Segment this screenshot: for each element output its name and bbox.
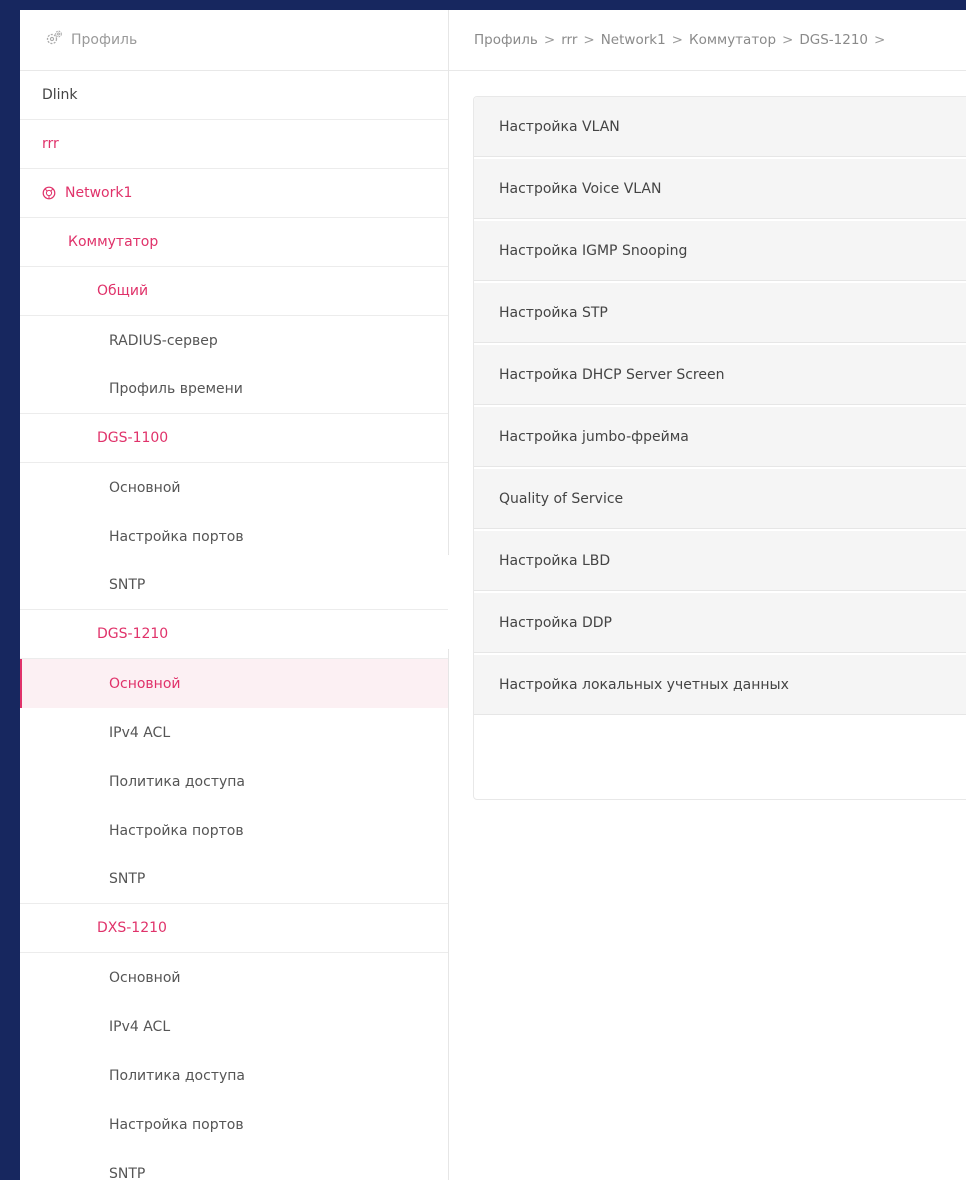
tree-item-dgs-1100-basic[interactable]: Основной	[20, 463, 448, 512]
sidebar-header[interactable]: Профиль	[20, 10, 448, 71]
tree-item-dlink[interactable]: Dlink	[20, 71, 448, 120]
tree-item-label: Профиль времени	[109, 381, 243, 397]
tree-item-label: Dlink	[42, 87, 78, 103]
breadcrumb-item[interactable]: DGS-1210	[799, 32, 868, 48]
tree-item-dgs-1210-ports[interactable]: Настройка портов	[20, 806, 448, 855]
setting-dhcp-server-screen[interactable]: Настройка DHCP Server Screen	[474, 345, 966, 405]
network-globe-icon	[42, 186, 56, 200]
tree-item-general[interactable]: Общий	[20, 267, 448, 316]
tree-item-label: DGS-1100	[97, 430, 169, 446]
tree-item-dgs-1210[interactable]: DGS-1210	[20, 610, 448, 659]
tree-item-time-profile[interactable]: Профиль времени	[20, 365, 448, 414]
sidebar-header-label: Профиль	[71, 32, 138, 48]
tree-item-label: DGS-1210	[97, 626, 169, 642]
tree-item-dxs-1210-sntp[interactable]: SNTP	[20, 1149, 448, 1180]
setting-label: Настройка LBD	[499, 552, 611, 569]
tree-item-label: Основной	[109, 479, 181, 496]
setting-lbd[interactable]: Настройка LBD	[474, 531, 966, 591]
breadcrumb-item[interactable]: rrr	[561, 32, 577, 48]
setting-label: Настройка DHCP Server Screen	[499, 366, 725, 383]
app-window: Профиль Dlink rrr Network1 Коммутатор Об…	[20, 10, 966, 1180]
tree-item-label: Настройка портов	[109, 1116, 244, 1133]
breadcrumb-item[interactable]: Профиль	[474, 32, 538, 48]
tree-item-label: IPv4 ACL	[109, 724, 171, 741]
tree-item-label: Основной	[109, 969, 181, 986]
tree-item-label: SNTP	[109, 871, 146, 887]
tree-item-label: IPv4 ACL	[109, 1018, 171, 1035]
setting-label: Настройка STP	[499, 304, 608, 321]
tree-item-label: Настройка портов	[109, 822, 244, 839]
tree-item-label: Коммутатор	[68, 234, 159, 250]
tree-item-label: RADIUS-сервер	[109, 332, 218, 349]
breadcrumb-item[interactable]: Network1	[601, 32, 666, 48]
tree-item-radius-server[interactable]: RADIUS-сервер	[20, 316, 448, 365]
tree-item-switch[interactable]: Коммутатор	[20, 218, 448, 267]
breadcrumb-separator: >	[874, 32, 886, 48]
setting-label: Настройка DDP	[499, 614, 612, 631]
tree-item-label: Настройка портов	[109, 528, 244, 545]
breadcrumb-item[interactable]: Коммутатор	[689, 32, 776, 48]
tree-item-label: Основной	[109, 675, 181, 692]
setting-quality-of-service[interactable]: Quality of Service	[474, 469, 966, 529]
breadcrumb: Профиль > rrr > Network1 > Коммутатор > …	[449, 10, 966, 71]
tree-item-dxs-1210-ipv4-acl[interactable]: IPv4 ACL	[20, 1002, 448, 1051]
tree-item-dgs-1100-sntp[interactable]: SNTP	[20, 561, 448, 610]
tree-item-network1[interactable]: Network1	[20, 169, 448, 218]
breadcrumb-separator: >	[543, 32, 556, 48]
setting-jumbo-frame[interactable]: Настройка jumbo-фрейма	[474, 407, 966, 467]
settings-list: Настройка VLAN Настройка Voice VLAN Наст…	[473, 96, 966, 800]
settings-gear-icon	[45, 30, 71, 50]
tree-item-label: SNTP	[109, 1165, 146, 1180]
setting-label: Quality of Service	[499, 490, 624, 507]
tree-item-dxs-1210-basic[interactable]: Основной	[20, 953, 448, 1002]
tree-item-label: SNTP	[109, 577, 146, 593]
setting-label: Настройка IGMP Snooping	[499, 242, 688, 259]
tree-item-label: Network1	[65, 185, 133, 201]
tree-item-rrr[interactable]: rrr	[20, 120, 448, 169]
setting-stp[interactable]: Настройка STP	[474, 283, 966, 343]
setting-label: Настройка jumbo-фрейма	[499, 428, 689, 445]
tree-item-dgs-1210-basic[interactable]: Основной	[20, 659, 448, 708]
tree-item-dgs-1100[interactable]: DGS-1100	[20, 414, 448, 463]
breadcrumb-separator: >	[583, 32, 595, 48]
tree-item-label: DXS-1210	[97, 920, 167, 936]
setting-vlan[interactable]: Настройка VLAN	[474, 97, 966, 157]
tree-item-dgs-1210-ipv4-acl[interactable]: IPv4 ACL	[20, 708, 448, 757]
tree-item-label: Общий	[97, 283, 149, 299]
tree-item-dxs-1210-ports[interactable]: Настройка портов	[20, 1100, 448, 1149]
setting-local-credentials[interactable]: Настройка локальных учетных данных	[474, 655, 966, 715]
tree-item-label: Политика доступа	[109, 773, 245, 790]
tree-item-dxs-1210[interactable]: DXS-1210	[20, 904, 448, 953]
setting-ddp[interactable]: Настройка DDP	[474, 593, 966, 653]
setting-label: Настройка локальных учетных данных	[499, 676, 789, 693]
setting-voice-vlan[interactable]: Настройка Voice VLAN	[474, 159, 966, 219]
tree-item-dgs-1100-ports[interactable]: Настройка портов	[20, 512, 448, 561]
main-content: Профиль > rrr > Network1 > Коммутатор > …	[449, 10, 966, 1180]
setting-igmp-snooping[interactable]: Настройка IGMP Snooping	[474, 221, 966, 281]
setting-label: Настройка VLAN	[499, 118, 620, 135]
sidebar-tree: Профиль Dlink rrr Network1 Коммутатор Об…	[20, 10, 449, 1180]
tree-item-dxs-1210-access-policy[interactable]: Политика доступа	[20, 1051, 448, 1100]
setting-label: Настройка Voice VLAN	[499, 180, 662, 197]
tree-item-label: rrr	[42, 136, 59, 152]
tree-item-dgs-1210-sntp[interactable]: SNTP	[20, 855, 448, 904]
tree-item-label: Политика доступа	[109, 1067, 245, 1084]
breadcrumb-separator: >	[671, 32, 683, 48]
tree-item-dgs-1210-access-policy[interactable]: Политика доступа	[20, 757, 448, 806]
breadcrumb-separator: >	[782, 32, 794, 48]
